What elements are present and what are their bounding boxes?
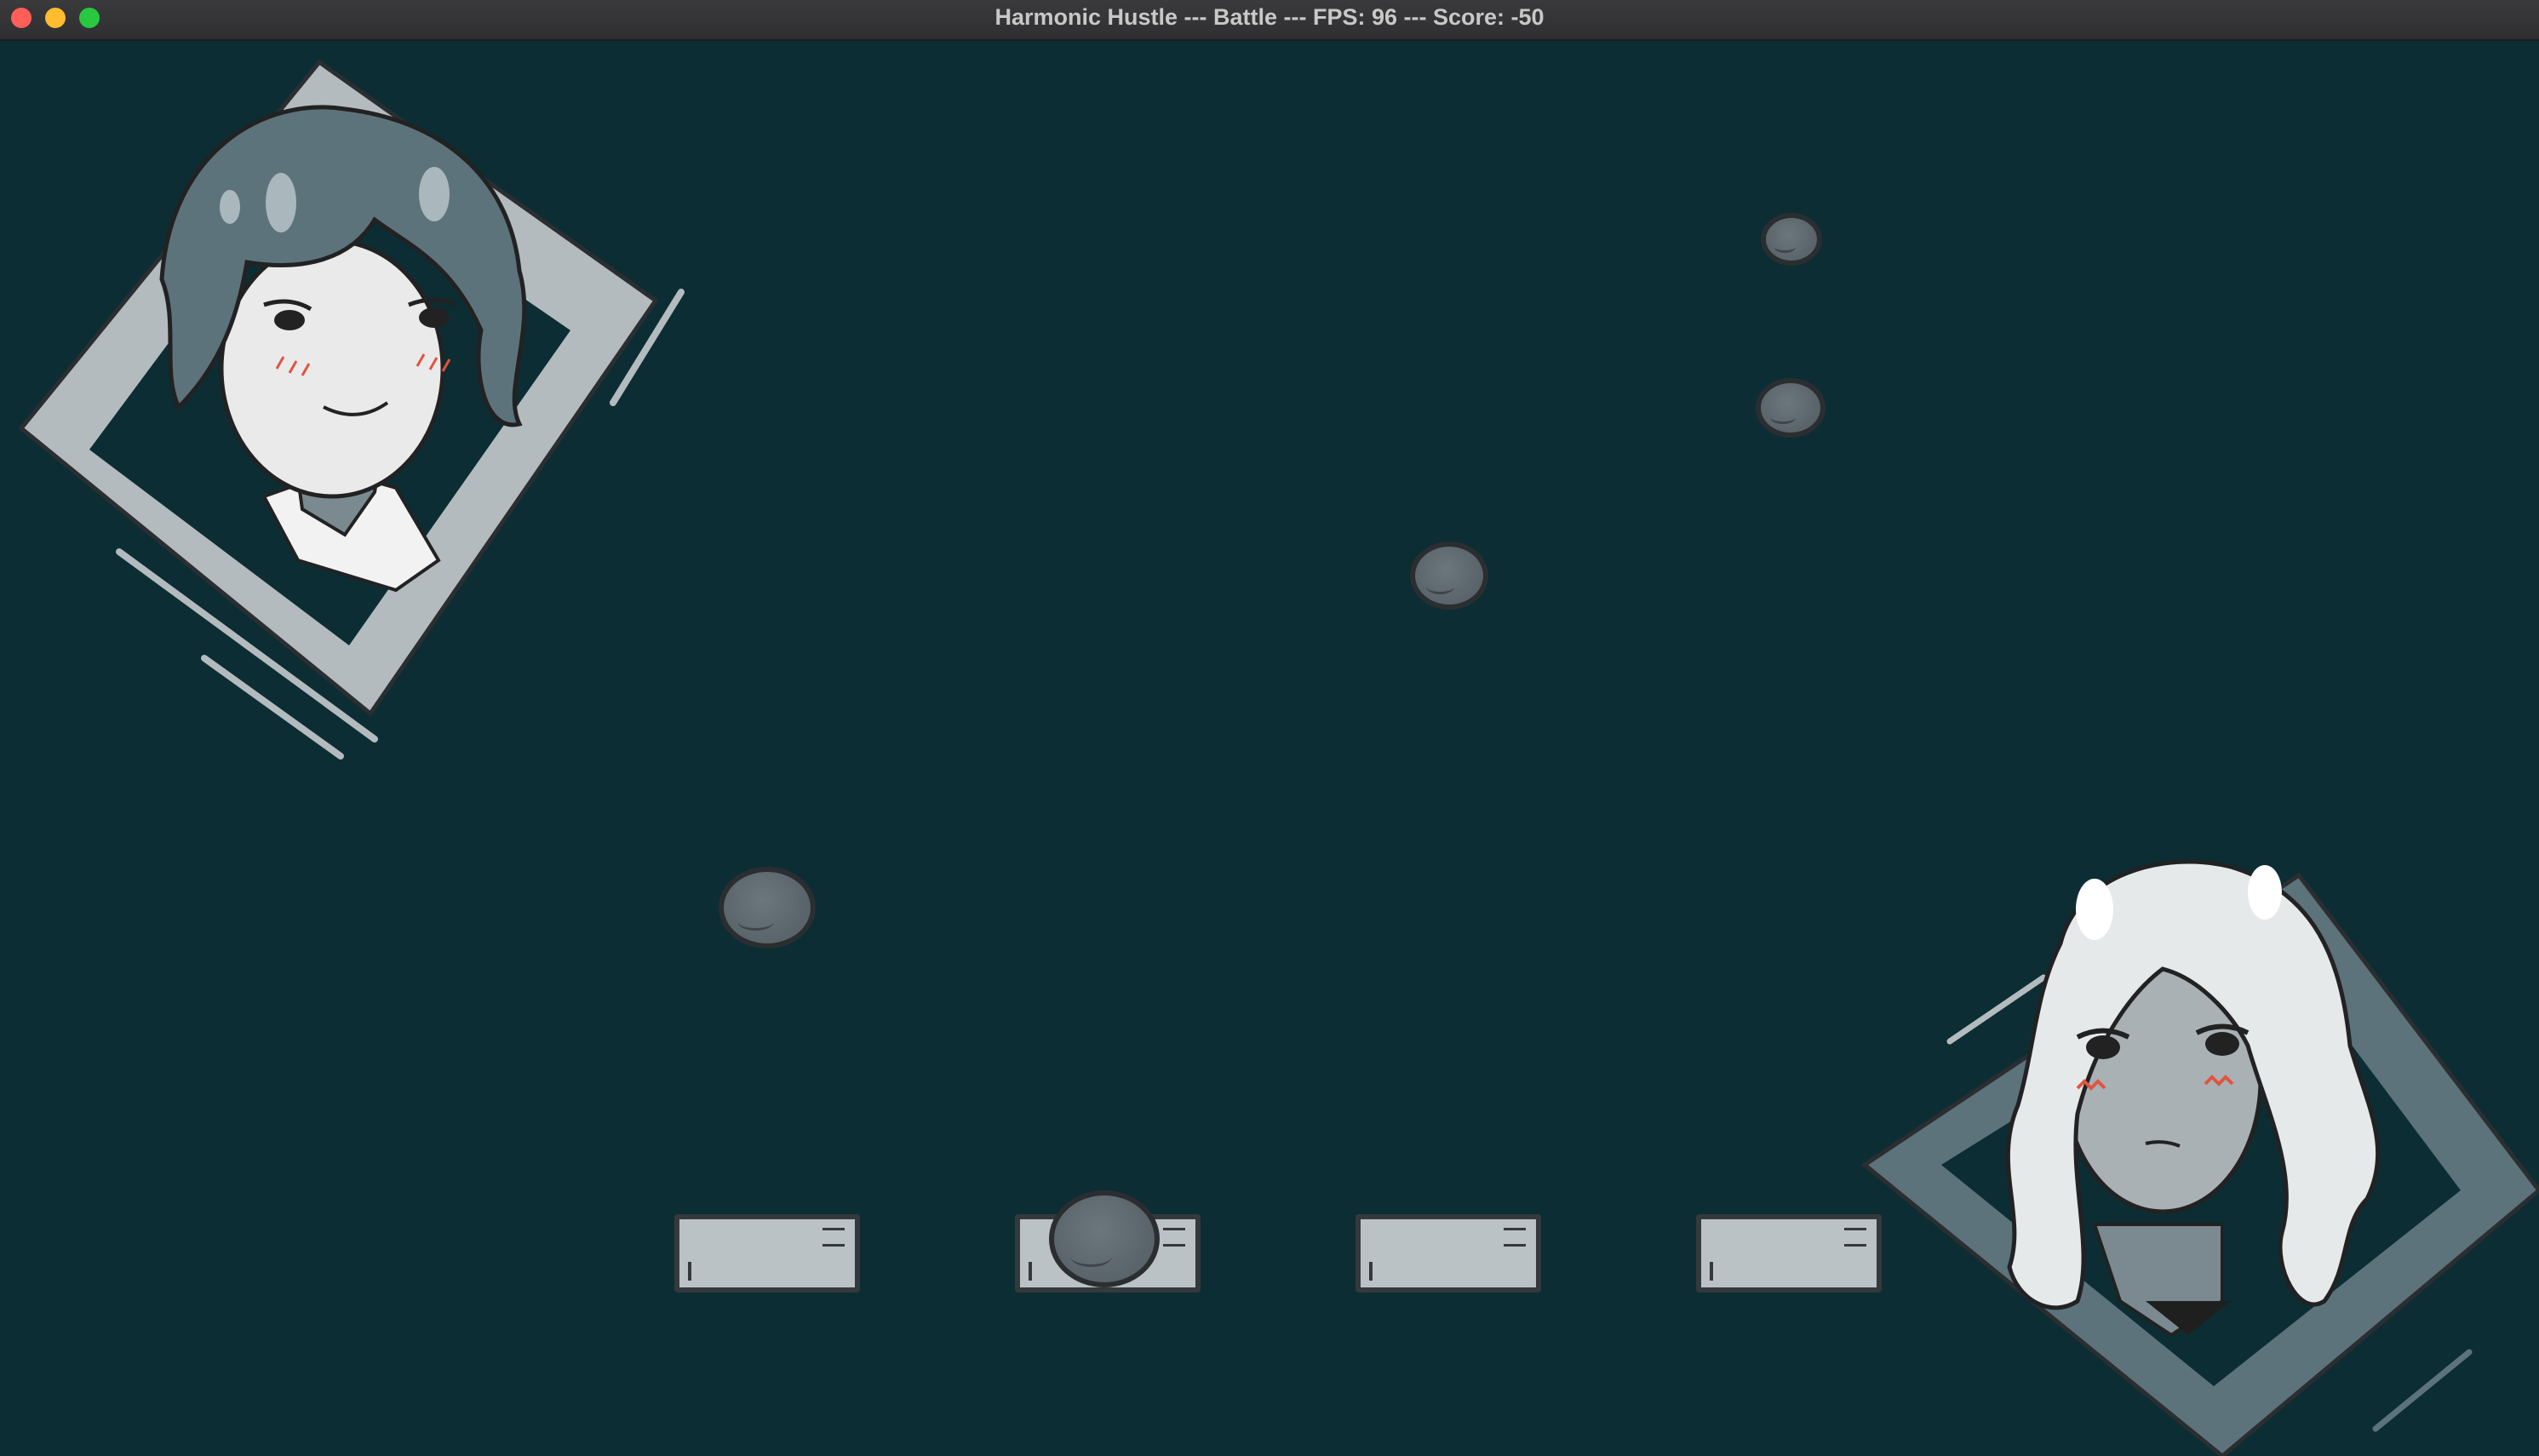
falling-note bbox=[1756, 378, 1825, 438]
opponent-portrait bbox=[1860, 859, 2539, 1456]
lane-receptor-3[interactable] bbox=[1355, 1214, 1541, 1293]
game-stage[interactable] bbox=[0, 41, 2539, 1456]
window-title: Harmonic Hustle --- Battle --- FPS: 96 -… bbox=[994, 4, 1545, 30]
window-titlebar: Harmonic Hustle --- Battle --- FPS: 96 -… bbox=[0, 0, 2539, 41]
falling-note bbox=[1049, 1190, 1160, 1287]
falling-note bbox=[1410, 542, 1488, 610]
falling-note bbox=[1761, 213, 1822, 266]
falling-note bbox=[719, 867, 816, 949]
lane-receptor-1[interactable] bbox=[674, 1214, 860, 1293]
lane-receptor-4[interactable] bbox=[1696, 1214, 1882, 1293]
player-portrait bbox=[18, 59, 685, 760]
